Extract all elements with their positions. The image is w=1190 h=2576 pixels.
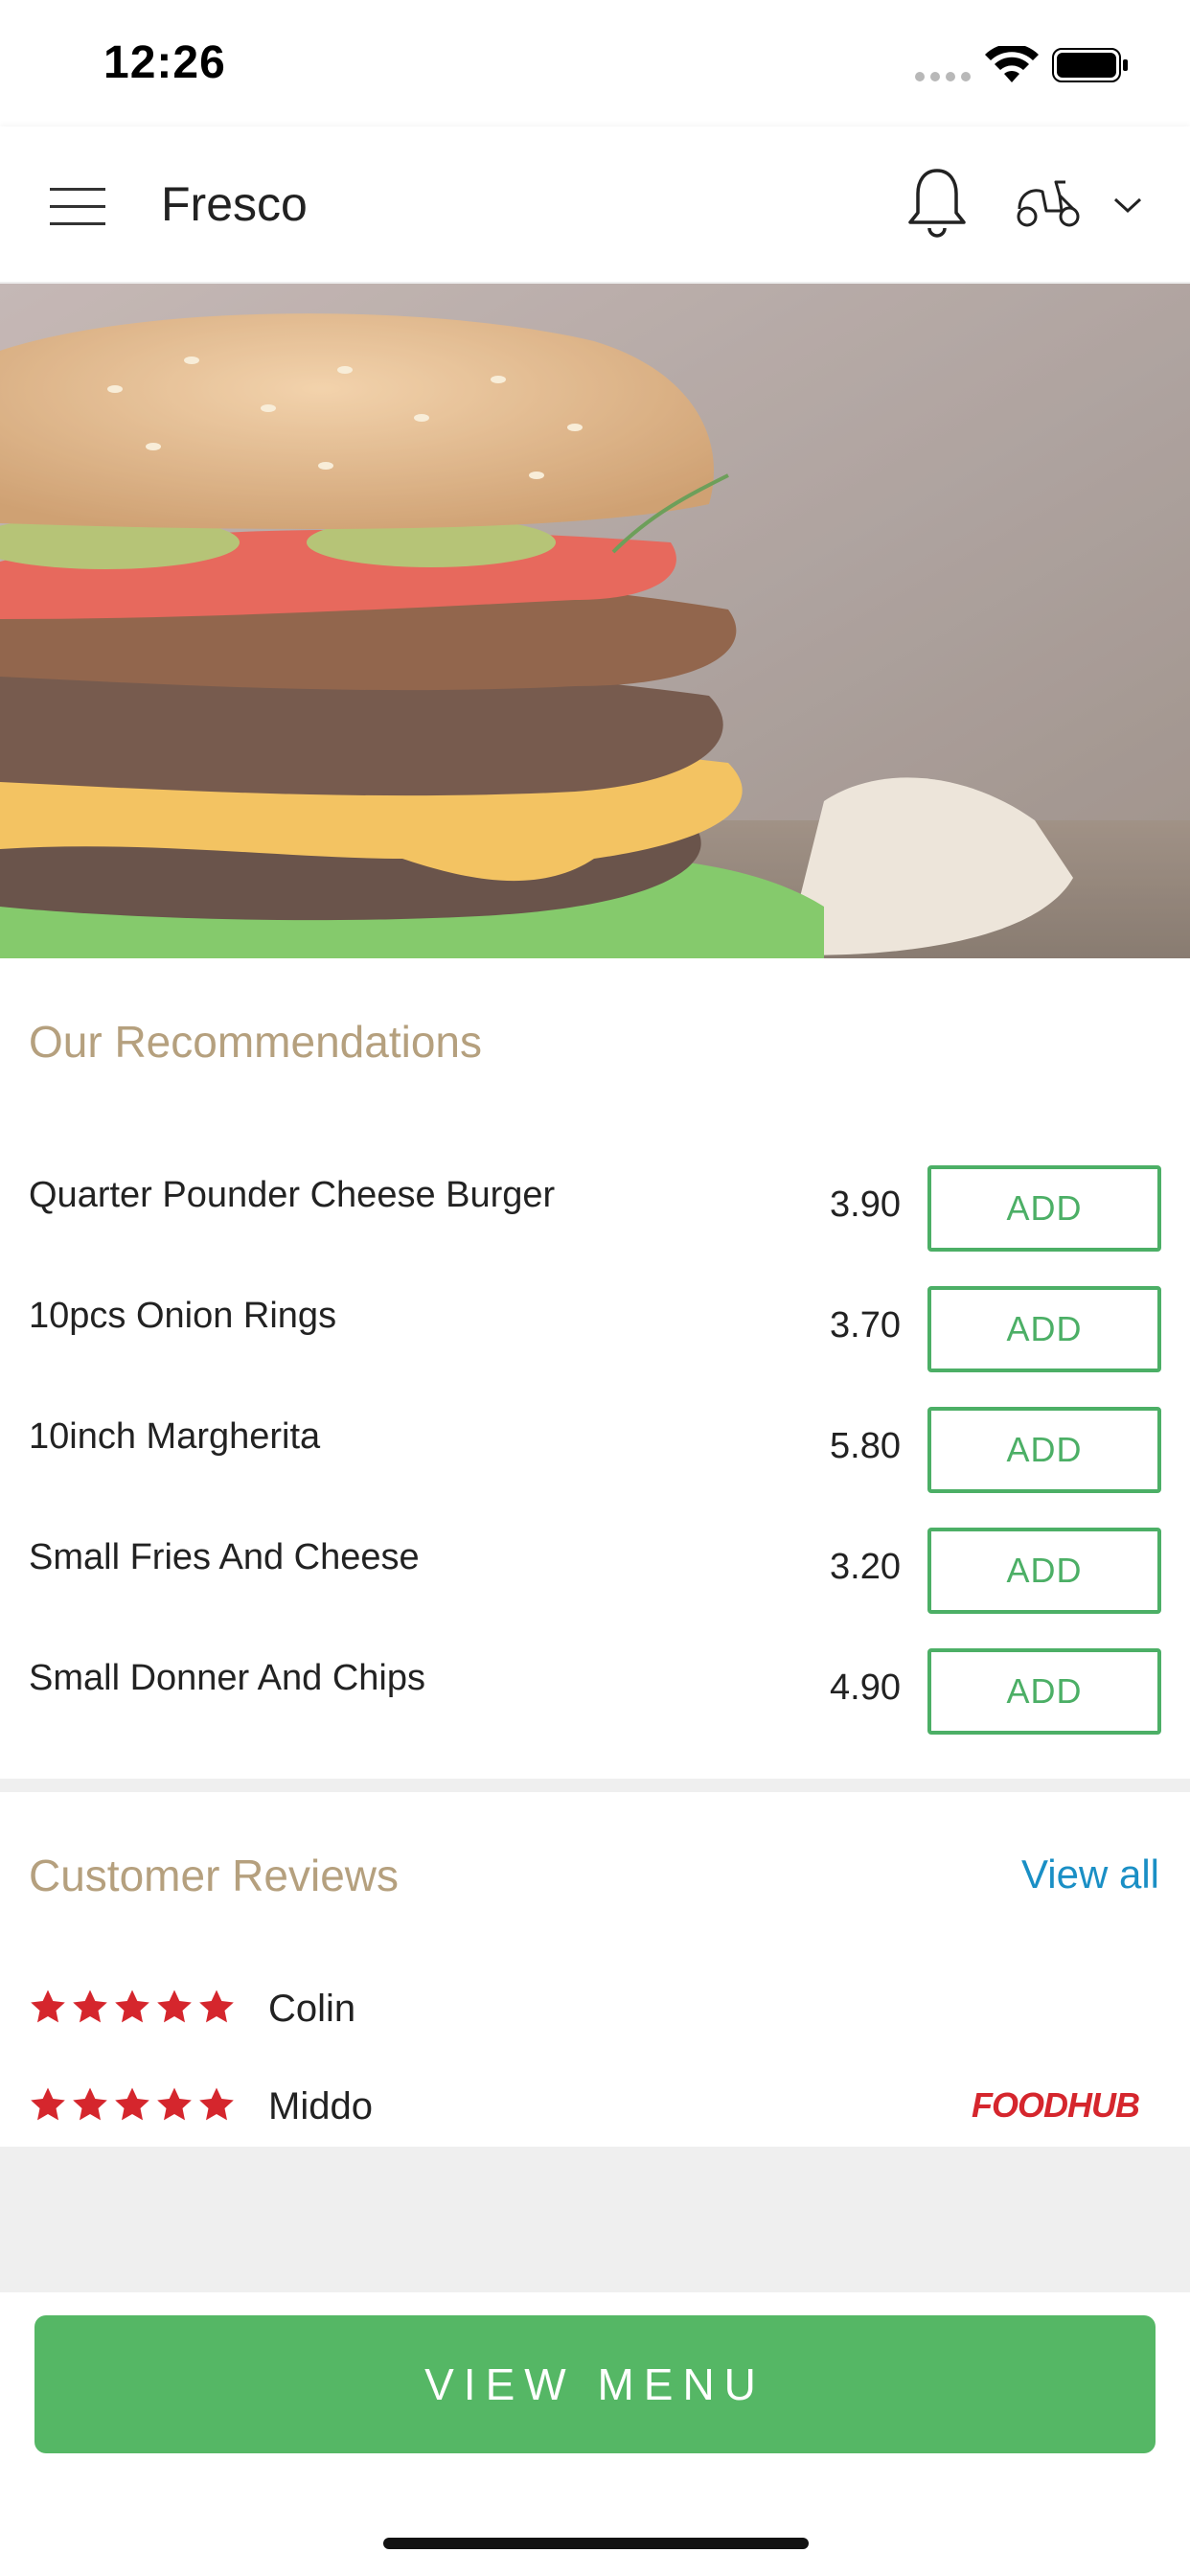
star-icon (115, 1990, 149, 2023)
star-icon (157, 2087, 192, 2121)
reviewer-name: Colin (268, 1988, 356, 2030)
star-icon (115, 2087, 149, 2121)
menu-icon[interactable] (50, 184, 109, 226)
star-icon (199, 2087, 234, 2121)
review-row: Colin (29, 1988, 1159, 2064)
item-name: Quarter Pounder Cheese Burger (29, 1175, 556, 1215)
reviewer-name: Middo (268, 2085, 373, 2128)
add-button[interactable]: ADD (927, 1407, 1161, 1493)
status-bar: 12:26 (0, 0, 1190, 125)
item-name: 10inch Margherita (29, 1416, 321, 1457)
home-indicator (383, 2538, 809, 2549)
star-icon (73, 1990, 107, 2023)
spacer-band (0, 2147, 1190, 2292)
wifi-icon (985, 46, 1039, 82)
battery-icon (1052, 48, 1128, 82)
item-price: 4.90 (830, 1668, 901, 1708)
bell-icon[interactable] (906, 165, 968, 242)
hero-image (0, 284, 1190, 958)
list-item: 10pcs Onion Rings 3.70 ADD (0, 1286, 1190, 1407)
foodhub-logo: FOODHUB (972, 2085, 1140, 2125)
add-button[interactable]: ADD (927, 1286, 1161, 1372)
item-name: 10pcs Onion Rings (29, 1296, 337, 1336)
add-button[interactable]: ADD (927, 1648, 1161, 1735)
item-price: 5.80 (830, 1426, 901, 1466)
status-time: 12:26 (103, 37, 226, 88)
item-price: 3.70 (830, 1305, 901, 1346)
add-button[interactable]: ADD (927, 1165, 1161, 1252)
list-item: Quarter Pounder Cheese Burger 3.90 ADD (0, 1165, 1190, 1286)
rating-stars (29, 1988, 236, 2026)
app-title: Fresco (161, 177, 308, 231)
star-icon (31, 2087, 65, 2121)
signal-icon (915, 72, 971, 81)
star-icon (73, 2087, 107, 2121)
rating-stars (29, 2085, 236, 2124)
star-icon (31, 1990, 65, 2023)
view-menu-button[interactable]: VIEW MENU (34, 2315, 1156, 2453)
list-item: Small Fries And Cheese 3.20 ADD (0, 1528, 1190, 1648)
burger-photo (0, 284, 1190, 958)
view-all-link[interactable]: View all (1021, 1852, 1159, 1898)
reviews-title: Customer Reviews (29, 1851, 399, 1900)
scooter-icon[interactable] (1014, 172, 1083, 230)
recommendations-title: Our Recommendations (29, 1017, 482, 1067)
list-item: 10inch Margherita 5.80 ADD (0, 1407, 1190, 1528)
item-name: Small Donner And Chips (29, 1658, 425, 1698)
star-icon (199, 1990, 234, 2023)
add-button[interactable]: ADD (927, 1528, 1161, 1614)
item-price: 3.90 (830, 1184, 901, 1225)
item-price: 3.20 (830, 1547, 901, 1587)
list-item: Small Donner And Chips 4.90 ADD (0, 1648, 1190, 1769)
star-icon (157, 1990, 192, 2023)
section-divider (0, 1779, 1190, 1792)
chevron-down-icon[interactable] (1111, 194, 1144, 217)
item-name: Small Fries And Cheese (29, 1537, 420, 1577)
app-header: Fresco (0, 126, 1190, 284)
